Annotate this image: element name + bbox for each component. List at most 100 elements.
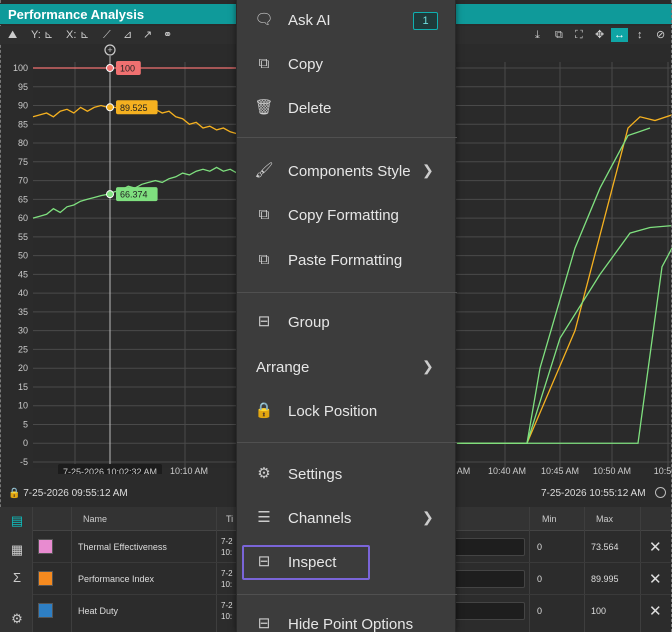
y-tick-label: 20 <box>18 363 28 373</box>
horizontal-zoom-icon[interactable]: ↔ <box>611 28 628 42</box>
y-tick-label: 25 <box>18 344 28 354</box>
gear-icon: ⚙ <box>257 465 271 482</box>
menu-item-label: Channels <box>288 510 352 527</box>
cursor-plus: + <box>107 45 112 55</box>
menu-separator <box>237 442 457 443</box>
link-icon[interactable]: ⚭ <box>163 28 172 42</box>
channel-name: Performance Index <box>78 574 155 584</box>
channel-name: Thermal Effectiveness <box>78 542 167 552</box>
cursor-point <box>106 190 114 199</box>
menu-item-label: Components Style <box>288 163 411 180</box>
time-clock: 10: <box>221 580 233 589</box>
copy-icon: ⧉ <box>258 55 270 72</box>
cursor-point <box>106 64 114 72</box>
channel-min: 0 <box>537 542 543 552</box>
menu-item-settings[interactable]: ⚙ Settings <box>237 456 457 492</box>
menu-item-label: Lock Position <box>288 403 378 420</box>
x-tick-label: 10:10 AM <box>170 466 208 474</box>
menu-item-hide-point-options[interactable]: ⊟ Hide Point Options <box>237 606 457 632</box>
context-menu: 🗨 Ask AI 1 ⧉ Copy 🗑 Delete 🖌 Components … <box>236 0 457 632</box>
remove-channel-icon[interactable]: ✕ <box>649 570 662 588</box>
channel-time: 7-2 10: <box>221 568 233 590</box>
channel-time: 7-2 10: <box>221 600 233 622</box>
range-start: 🔒 7-25-2026 09:55:12 AM <box>8 488 128 499</box>
menu-item-label: Arrange <box>256 359 310 376</box>
paste-format-icon: ⧉ <box>258 251 270 268</box>
area-icon[interactable]: ⊿ <box>123 28 132 42</box>
color-swatch[interactable] <box>38 603 53 618</box>
cursor-value-label: 89.525 <box>120 103 148 113</box>
color-swatch[interactable] <box>38 539 53 554</box>
menu-item-lock-position[interactable]: 🔒 Lock Position <box>237 393 457 429</box>
line-icon[interactable]: ↗ <box>143 28 152 42</box>
value-field[interactable] <box>453 538 525 556</box>
table-sidebar: ▤ ▦ Σ ⚙ <box>0 507 33 632</box>
color-swatch[interactable] <box>38 571 53 586</box>
value-field[interactable] <box>453 570 525 588</box>
reset-icon[interactable]: ⊘ <box>656 28 665 42</box>
menu-item-components-style[interactable]: 🖌 Components Style ❯ <box>237 153 457 189</box>
menu-item-label: Delete <box>288 100 332 117</box>
y-tick-label: 50 <box>18 251 28 261</box>
channel-min: 0 <box>537 574 543 584</box>
menu-item-label: Hide Point Options <box>288 616 414 632</box>
header-min[interactable]: Min <box>542 514 557 524</box>
remove-channel-icon[interactable]: ✕ <box>649 602 662 620</box>
cursor-time-label: 7-25-2026 10:02:32 AM <box>63 467 157 474</box>
lock-icon: 🔒 <box>254 402 274 419</box>
y-tick-label: 30 <box>18 326 28 336</box>
menu-item-label: Paste Formatting <box>288 252 403 269</box>
value-field[interactable] <box>453 602 525 620</box>
menu-item-copy-formatting[interactable]: ⧉ Copy Formatting <box>237 197 457 233</box>
y-tick-label: 100 <box>13 63 28 73</box>
trend-icon[interactable]: ⟋ <box>103 28 111 42</box>
menu-item-channels[interactable]: ☰ Channels ❯ <box>237 500 457 536</box>
fullscreen-icon[interactable]: ⛶ <box>575 28 583 42</box>
menu-item-label: Group <box>288 314 330 331</box>
y-tick-label: 35 <box>18 307 28 317</box>
sum-icon[interactable]: Σ <box>9 570 25 586</box>
y-tick-label: 80 <box>18 138 28 148</box>
menu-item-ask-ai[interactable]: 🗨 Ask AI 1 <box>237 2 457 38</box>
menu-item-label: Ask AI <box>288 12 331 29</box>
time-date: 7-2 <box>221 569 233 578</box>
y-tick-label: 90 <box>18 101 28 111</box>
x-axis-label: X: <box>66 29 77 41</box>
header-time[interactable]: Ti <box>226 514 233 524</box>
y-tick-label: 15 <box>18 382 28 392</box>
x-tick-label: 10:50 AM <box>593 466 631 474</box>
cursor-point <box>106 103 114 112</box>
zoom-box-icon[interactable]: ⧉ <box>555 28 563 42</box>
channel-max: 89.995 <box>591 574 619 584</box>
chart-type-icon[interactable]: ⛰ <box>8 28 17 42</box>
y-tick-label: 85 <box>18 119 28 129</box>
chevron-right-icon: ❯ <box>422 358 434 374</box>
range-start-text: 7-25-2026 09:55:12 AM <box>23 488 128 499</box>
menu-item-arrange[interactable]: Arrange ❯ <box>237 349 457 385</box>
menu-item-copy[interactable]: ⧉ Copy <box>237 46 457 82</box>
pan-icon[interactable]: ✥ <box>595 28 604 42</box>
x-axis-scale-icon[interactable]: ⊾ <box>80 28 89 42</box>
channel-max: 73.564 <box>591 542 619 552</box>
download-icon[interactable]: ⤓ <box>535 28 540 42</box>
menu-item-paste-formatting[interactable]: ⧉ Paste Formatting <box>237 242 457 278</box>
menu-item-group[interactable]: ⊟ Group <box>237 304 457 340</box>
y-tick-label: 40 <box>18 288 28 298</box>
y-axis-scale-icon[interactable]: ⊾ <box>44 28 53 42</box>
vertical-zoom-icon[interactable]: ↕ <box>637 28 643 42</box>
y-tick-label: 75 <box>18 157 28 167</box>
y-tick-label: 70 <box>18 176 28 186</box>
grid-icon[interactable]: ▦ <box>9 542 25 558</box>
gear-icon[interactable]: ⚙ <box>9 611 25 627</box>
chevron-right-icon: ❯ <box>422 509 434 525</box>
ai-count-badge: 1 <box>413 12 438 30</box>
header-name[interactable]: Name <box>83 514 107 524</box>
copy-format-icon: ⧉ <box>258 206 270 223</box>
menu-item-label: Copy <box>288 56 324 73</box>
channels-table-icon[interactable]: ▤ <box>9 513 25 529</box>
clock-icon[interactable] <box>655 487 666 498</box>
remove-channel-icon[interactable]: ✕ <box>649 538 662 556</box>
y-tick-label: 45 <box>18 269 28 279</box>
menu-item-delete[interactable]: 🗑 Delete <box>237 90 457 126</box>
header-max[interactable]: Max <box>596 514 613 524</box>
